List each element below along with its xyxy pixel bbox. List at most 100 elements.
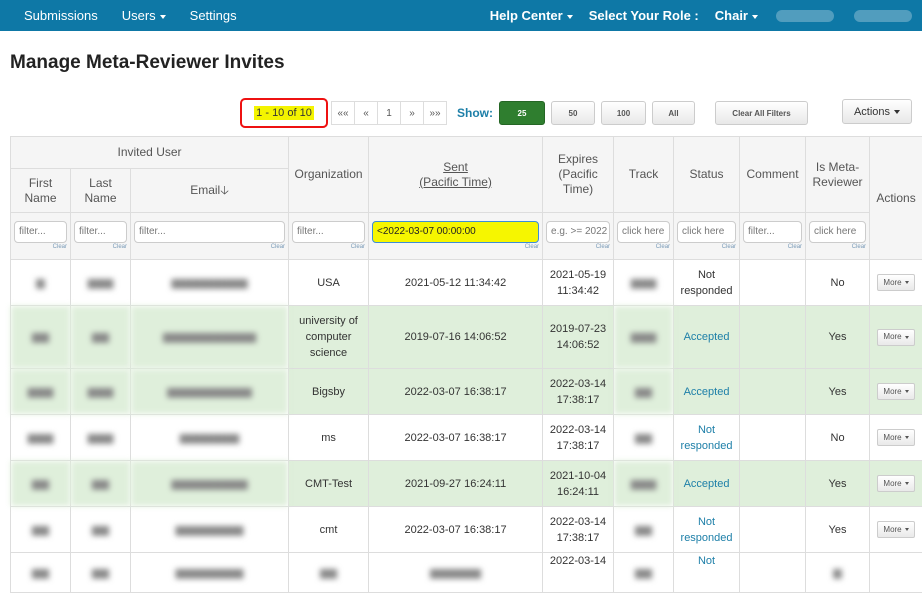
actions-button[interactable]: Actions (842, 99, 912, 124)
col-email[interactable]: Email🡣 (131, 169, 289, 213)
clear-all-filters-button[interactable]: Clear All Filters (715, 101, 808, 125)
filter-expires[interactable]: e.g. >= 2022 (546, 221, 610, 243)
expires-time: 17:38:17 (557, 394, 600, 406)
col-last-name[interactable]: Last Name (71, 169, 131, 213)
organization-redacted: ▆▆ (289, 553, 369, 593)
filter-organization[interactable]: filter... (292, 221, 365, 243)
more-button[interactable]: More (877, 329, 915, 346)
chevron-down-icon (905, 482, 909, 485)
more-label: More (883, 275, 901, 291)
expires-time: 17:38:17 (557, 440, 600, 452)
chevron-down-icon (905, 336, 909, 339)
page-1-button[interactable]: 1 (377, 101, 401, 125)
organization-cell: Bigsby (289, 369, 369, 415)
comment-cell (740, 553, 806, 593)
is-meta-cell: Yes (806, 461, 870, 507)
track-redacted: ▆▆ (614, 369, 674, 415)
filter-cell: filter...Clear (289, 213, 369, 260)
col-track[interactable]: Track (614, 137, 674, 213)
filter-track[interactable]: click here (617, 221, 670, 243)
email-redacted: ▆▆▆▆▆▆▆▆▆ (131, 461, 289, 507)
clear-link[interactable]: Clear (292, 244, 365, 250)
actions-cell: More (870, 507, 922, 553)
expires-cell: 2021-05-1911:34:42 (543, 260, 614, 306)
nav-settings[interactable]: Settings (178, 8, 249, 23)
page-next-button[interactable]: » (400, 101, 424, 125)
comment-cell (740, 260, 806, 306)
filter-status[interactable]: click here (677, 221, 736, 243)
more-button[interactable]: More (877, 521, 915, 538)
filter-comment[interactable]: filter... (743, 221, 802, 243)
show-25-button[interactable]: 25 (499, 101, 545, 125)
filter-sent[interactable]: <2022-03-07 00:00:00 (372, 221, 539, 243)
expires-cell: 2021-10-0416:24:11 (543, 461, 614, 507)
more-button[interactable]: More (877, 429, 915, 446)
sent-cell: 2022-03-07 16:38:17 (369, 369, 543, 415)
clear-link[interactable]: Clear (677, 244, 736, 250)
clear-link[interactable]: Clear (743, 244, 802, 250)
show-50-button[interactable]: 50 (551, 101, 595, 125)
table-row: ▆▆▆ ▆▆▆ ▆▆▆▆▆▆▆▆▆▆ Bigsby 2022-03-07 16:… (11, 369, 922, 415)
more-label: More (883, 522, 901, 538)
show-all-button[interactable]: All (652, 101, 695, 125)
status-line1: Not (698, 516, 715, 528)
pagination: «« « 1 » »» (332, 101, 447, 125)
email-redacted: ▆▆▆▆▆▆▆▆▆▆▆ (131, 306, 289, 369)
nav-help-center[interactable]: Help Center (482, 8, 581, 23)
expires-date: 2022-03-14 (550, 424, 606, 436)
filter-is-meta-reviewer[interactable]: click here (809, 221, 866, 243)
page-prev-button[interactable]: « (354, 101, 378, 125)
expires-date: 2022-03-14 (550, 378, 606, 390)
nav-users[interactable]: Users (110, 8, 178, 23)
filter-cell: e.g. >= 2022Clear (543, 213, 614, 260)
clear-link[interactable]: Clear (546, 244, 610, 250)
col-sent[interactable]: Sent(Pacific Time) (369, 137, 543, 213)
status-line2: responded (681, 285, 733, 297)
clear-link[interactable]: Clear (809, 244, 866, 250)
page-last-button[interactable]: »» (423, 101, 447, 125)
more-button[interactable]: More (877, 383, 915, 400)
first-name-redacted: ▆▆▆ (11, 369, 71, 415)
comment-cell (740, 415, 806, 461)
chevron-down-icon (905, 528, 909, 531)
filter-last-name[interactable]: filter... (74, 221, 127, 243)
nav-submissions[interactable]: Submissions (0, 8, 110, 23)
col-first-name[interactable]: First Name (11, 169, 71, 213)
email-redacted: ▆▆▆▆▆▆▆▆▆ (131, 260, 289, 306)
clear-link[interactable]: Clear (372, 244, 539, 250)
clear-link[interactable]: Clear (617, 244, 670, 250)
role-dropdown[interactable]: Chair (707, 8, 766, 23)
first-name-redacted: ▆▆ (11, 507, 71, 553)
filter-first-name[interactable]: filter... (14, 221, 67, 243)
more-label: More (883, 384, 901, 400)
actions-cell: More (870, 260, 922, 306)
clear-link[interactable]: Clear (74, 244, 127, 250)
col-expires[interactable]: Expires (Pacific Time) (543, 137, 614, 213)
more-button[interactable]: More (877, 274, 915, 291)
show-100-button[interactable]: 100 (601, 101, 646, 125)
status-cell: Not (674, 553, 740, 593)
table-row: ▆▆ ▆▆ ▆▆▆▆▆▆▆▆ ▆▆ ▆▆▆▆▆▆ 2022-03-14 ▆▆ N… (11, 553, 922, 593)
filter-cell: click hereClear (806, 213, 870, 260)
filter-cell: filter...Clear (71, 213, 131, 260)
actions-cell: More (870, 306, 922, 369)
table-row: ▆▆ ▆▆ ▆▆▆▆▆▆▆▆ cmt 2022-03-07 16:38:17 2… (11, 507, 922, 553)
first-name-redacted: ▆▆ (11, 461, 71, 507)
col-is-meta-reviewer[interactable]: Is Meta-Reviewer (806, 137, 870, 213)
conference-menu-redacted[interactable] (854, 10, 912, 22)
user-menu-redacted[interactable] (776, 10, 834, 22)
clear-link[interactable]: Clear (14, 244, 67, 250)
filter-email[interactable]: filter... (134, 221, 285, 243)
actions-cell (870, 553, 922, 593)
col-organization[interactable]: Organization (289, 137, 369, 213)
col-status[interactable]: Status (674, 137, 740, 213)
col-comment[interactable]: Comment (740, 137, 806, 213)
filter-cell: click hereClear (674, 213, 740, 260)
org-line1: university of (299, 315, 358, 327)
expires-time: 17:38:17 (557, 532, 600, 544)
actions-cell: More (870, 415, 922, 461)
sent-redacted: ▆▆▆▆▆▆ (369, 553, 543, 593)
more-button[interactable]: More (877, 475, 915, 492)
page-first-button[interactable]: «« (331, 101, 355, 125)
clear-link[interactable]: Clear (134, 244, 285, 250)
